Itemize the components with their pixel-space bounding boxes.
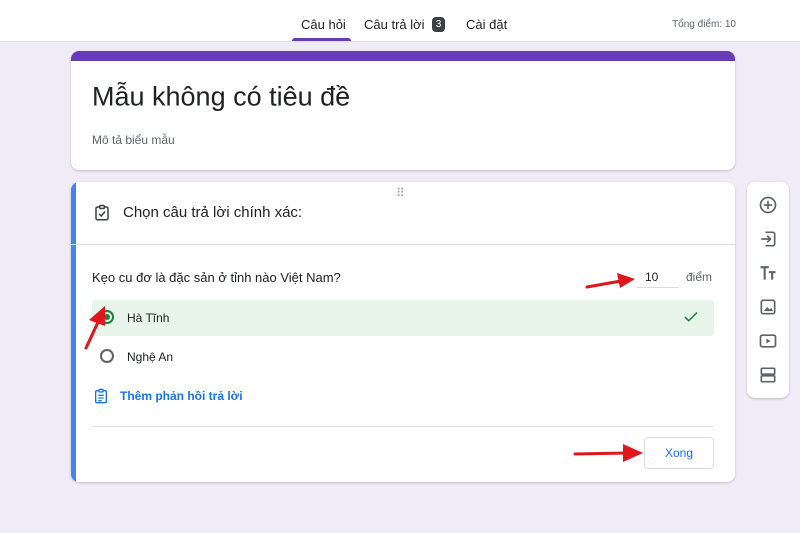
total-points: Tổng điểm: 10 [672, 19, 736, 30]
add-question-icon[interactable] [758, 195, 778, 215]
feedback-clipboard-icon [95, 388, 107, 404]
option-label: Nghệ An [127, 350, 174, 364]
points-input[interactable] [637, 266, 679, 288]
drag-handle-icon[interactable]: ⠿ [396, 186, 406, 200]
import-questions-icon[interactable] [758, 229, 778, 249]
side-toolbar [747, 182, 789, 398]
annotation-arrow-points [585, 273, 635, 289]
question-text: Kẹo cu đơ là đặc sản ở tỉnh nào Việt Nam… [92, 270, 341, 285]
add-title-icon[interactable] [758, 263, 778, 283]
divider [71, 244, 735, 245]
annotation-arrow-done [573, 444, 643, 462]
points-label: điểm [686, 270, 713, 284]
answer-key-icon [95, 204, 109, 221]
checkmark-icon [684, 311, 698, 322]
active-tab-indicator [292, 38, 351, 41]
answer-option[interactable]: Nghệ An [92, 339, 714, 375]
annotation-arrow-correct-option [84, 306, 105, 350]
form-title[interactable]: Mẫu không có tiêu đề [92, 82, 350, 113]
form-description-field[interactable]: Mô tả biểu mẫu [92, 133, 175, 147]
option-label: Hà Tĩnh [127, 311, 170, 325]
divider [92, 426, 714, 427]
done-button[interactable]: Xong [644, 437, 714, 469]
title-card-accent-band [71, 51, 735, 61]
tab-responses[interactable]: Câu trả lời [364, 17, 425, 32]
answer-key-title: Chọn câu trả lời chính xác: [123, 204, 303, 221]
tab-questions[interactable]: Câu hỏi [301, 17, 346, 32]
add-video-icon[interactable] [758, 331, 778, 351]
top-navigation-bar: Câu hỏi Câu trả lời 3 Cài đặt Tổng điểm:… [0, 0, 800, 42]
feedback-link-label: Thêm phản hồi trả lời [120, 389, 243, 403]
add-image-icon[interactable] [758, 297, 778, 317]
tab-settings[interactable]: Cài đặt [466, 17, 507, 32]
form-title-card: Mẫu không có tiêu đề Mô tả biểu mẫu [71, 51, 735, 170]
question-card: ⠿ Chọn câu trả lời chính xác: Kẹo cu đơ … [71, 182, 735, 482]
responses-count-badge: 3 [432, 17, 445, 32]
add-section-icon[interactable] [758, 365, 778, 385]
answer-option-correct[interactable]: Hà Tĩnh [92, 300, 714, 336]
